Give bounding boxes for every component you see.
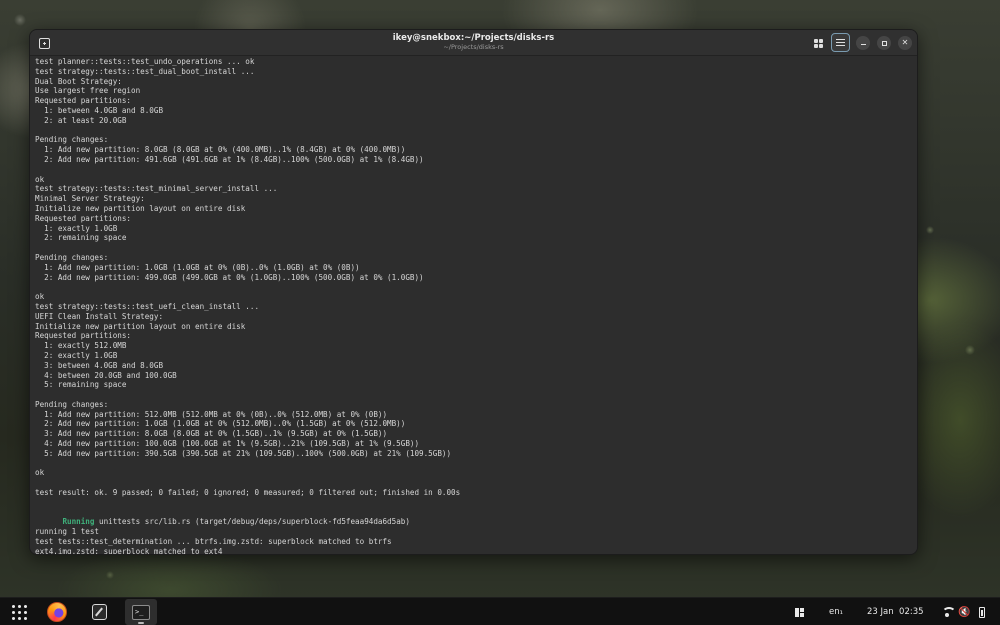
terminal-line: 2: exactly 1.0GB [35, 350, 118, 360]
titlebar[interactable]: ikey@snekbox:~/Projects/disks-rs ~/Proje… [30, 30, 917, 56]
clock-date: 23 Jan [867, 607, 894, 617]
minimize-icon [856, 36, 870, 50]
main-menu-button[interactable] [831, 33, 850, 52]
running-keyword: Running [62, 517, 95, 527]
volume-status[interactable]: 🔇 [958, 598, 970, 625]
terminal-line: UEFI Clean Install Strategy: [35, 311, 164, 321]
window-title: ikey@snekbox:~/Projects/disks-rs [392, 33, 555, 43]
maximize-button[interactable] [876, 35, 892, 51]
terminal-line: 2: Add new partition: 491.6GB (491.6GB a… [35, 154, 424, 164]
firefox-icon [47, 602, 67, 622]
terminal-line: 1: Add new partition: 8.0GB (8.0GB at 0%… [35, 145, 406, 155]
terminal-line: 2: at least 20.0GB [35, 115, 127, 125]
window-subtitle: ~/Projects/disks-rs [443, 43, 504, 51]
terminal-line: ok [35, 292, 45, 302]
terminal-line: test strategy::tests::test_uefi_clean_in… [35, 301, 260, 311]
terminal-line: Pending changes: [35, 252, 109, 262]
close-icon: ✕ [898, 36, 912, 50]
terminal-line: ok [35, 174, 45, 184]
text-editor-launcher[interactable] [84, 598, 114, 625]
keyboard-layout-indicator[interactable]: en₁ [829, 598, 843, 625]
terminal-line: 1: between 4.0GB and 8.0GB [35, 105, 164, 115]
grid-icon [813, 38, 823, 48]
wifi-status[interactable] [941, 598, 956, 625]
title-block: ikey@snekbox:~/Projects/disks-rs ~/Proje… [30, 33, 917, 52]
minimize-button[interactable] [855, 35, 871, 51]
terminal-line: ext4.img.zstd: superblock matched to ext… [35, 546, 223, 555]
terminal-line: 1: exactly 512.0MB [35, 341, 127, 351]
window-list-button[interactable] [795, 598, 809, 625]
terminal-line-running: Running unittests src/lib.rs (target/deb… [35, 517, 912, 527]
terminal-line: 5: remaining space [35, 380, 127, 390]
terminal-output[interactable]: test planner::tests::test_undo_operation… [30, 56, 917, 554]
terminal-line: Minimal Server Strategy: [35, 194, 145, 204]
terminal-line: 2: Add new partition: 1.0GB (1.0GB at 0%… [35, 419, 406, 429]
terminal-line: Dual Boot Strategy: [35, 76, 122, 86]
terminal-line: Requested partitions: [35, 96, 132, 106]
battery-icon [979, 606, 985, 618]
terminal-line: 4: between 20.0GB and 100.0GB [35, 370, 177, 380]
window-list-icon [795, 607, 804, 617]
terminal-line: Requested partitions: [35, 213, 132, 223]
terminal-line: 2: Add new partition: 499.0GB (499.0GB a… [35, 272, 424, 282]
terminal-line: running 1 test [35, 527, 100, 537]
terminal-line: 3: between 4.0GB and 8.0GB [35, 360, 164, 370]
terminal-line: Initialize new partition layout on entir… [35, 203, 246, 213]
terminal-line: Use largest free region [35, 86, 141, 96]
close-button[interactable]: ✕ [897, 35, 913, 51]
hamburger-icon [836, 38, 845, 47]
terminal-line: Pending changes: [35, 135, 109, 145]
terminal-line: 3: Add new partition: 8.0GB (8.0GB at 0%… [35, 429, 388, 439]
terminal-line: 4: Add new partition: 100.0GB (100.0GB a… [35, 439, 420, 449]
clock-time: 02:35 [899, 607, 924, 617]
tab-overview-button[interactable] [810, 35, 826, 51]
terminal-line: test result: ok. 9 passed; 0 failed; 0 i… [35, 488, 461, 498]
battery-status[interactable] [979, 598, 987, 625]
terminal-line: 1: exactly 1.0GB [35, 223, 118, 233]
active-app-indicator [138, 622, 144, 624]
terminal-line: 1: Add new partition: 512.0MB (512.0MB a… [35, 409, 388, 419]
terminal-line: 5: Add new partition: 390.5GB (390.5GB a… [35, 448, 452, 458]
terminal-line: test strategy::tests::test_dual_boot_ins… [35, 66, 255, 76]
terminal-line: Initialize new partition layout on entir… [35, 321, 246, 331]
terminal-line: Requested partitions: [35, 331, 132, 341]
volume-muted-icon: 🔇 [958, 606, 971, 618]
terminal-line: ok [35, 468, 45, 478]
terminal-line: test tests::test_determination ... btrfs… [35, 537, 392, 547]
clock[interactable]: 23 Jan 02:35 [867, 598, 924, 625]
taskbar: >_ en₁ 23 Jan 02:35 🔇 [0, 597, 1000, 625]
terminal-line: 2: remaining space [35, 233, 127, 243]
wifi-icon [941, 606, 956, 618]
terminal-icon: >_ [132, 604, 150, 620]
terminal-line: Pending changes: [35, 399, 109, 409]
text-editor-icon [91, 604, 107, 620]
terminal-window: ikey@snekbox:~/Projects/disks-rs ~/Proje… [29, 29, 918, 555]
terminal-line: test strategy::tests::test_minimal_serve… [35, 184, 278, 194]
running-target: unittests src/lib.rs (target/debug/deps/… [94, 517, 410, 527]
maximize-icon [877, 36, 891, 50]
terminal-line: test planner::tests::test_undo_operation… [35, 57, 255, 66]
apps-launcher-button[interactable] [5, 598, 33, 625]
firefox-launcher[interactable] [42, 598, 72, 625]
apps-grid-icon [11, 604, 27, 620]
terminal-line: 1: Add new partition: 1.0GB (1.0GB at 0%… [35, 262, 360, 272]
